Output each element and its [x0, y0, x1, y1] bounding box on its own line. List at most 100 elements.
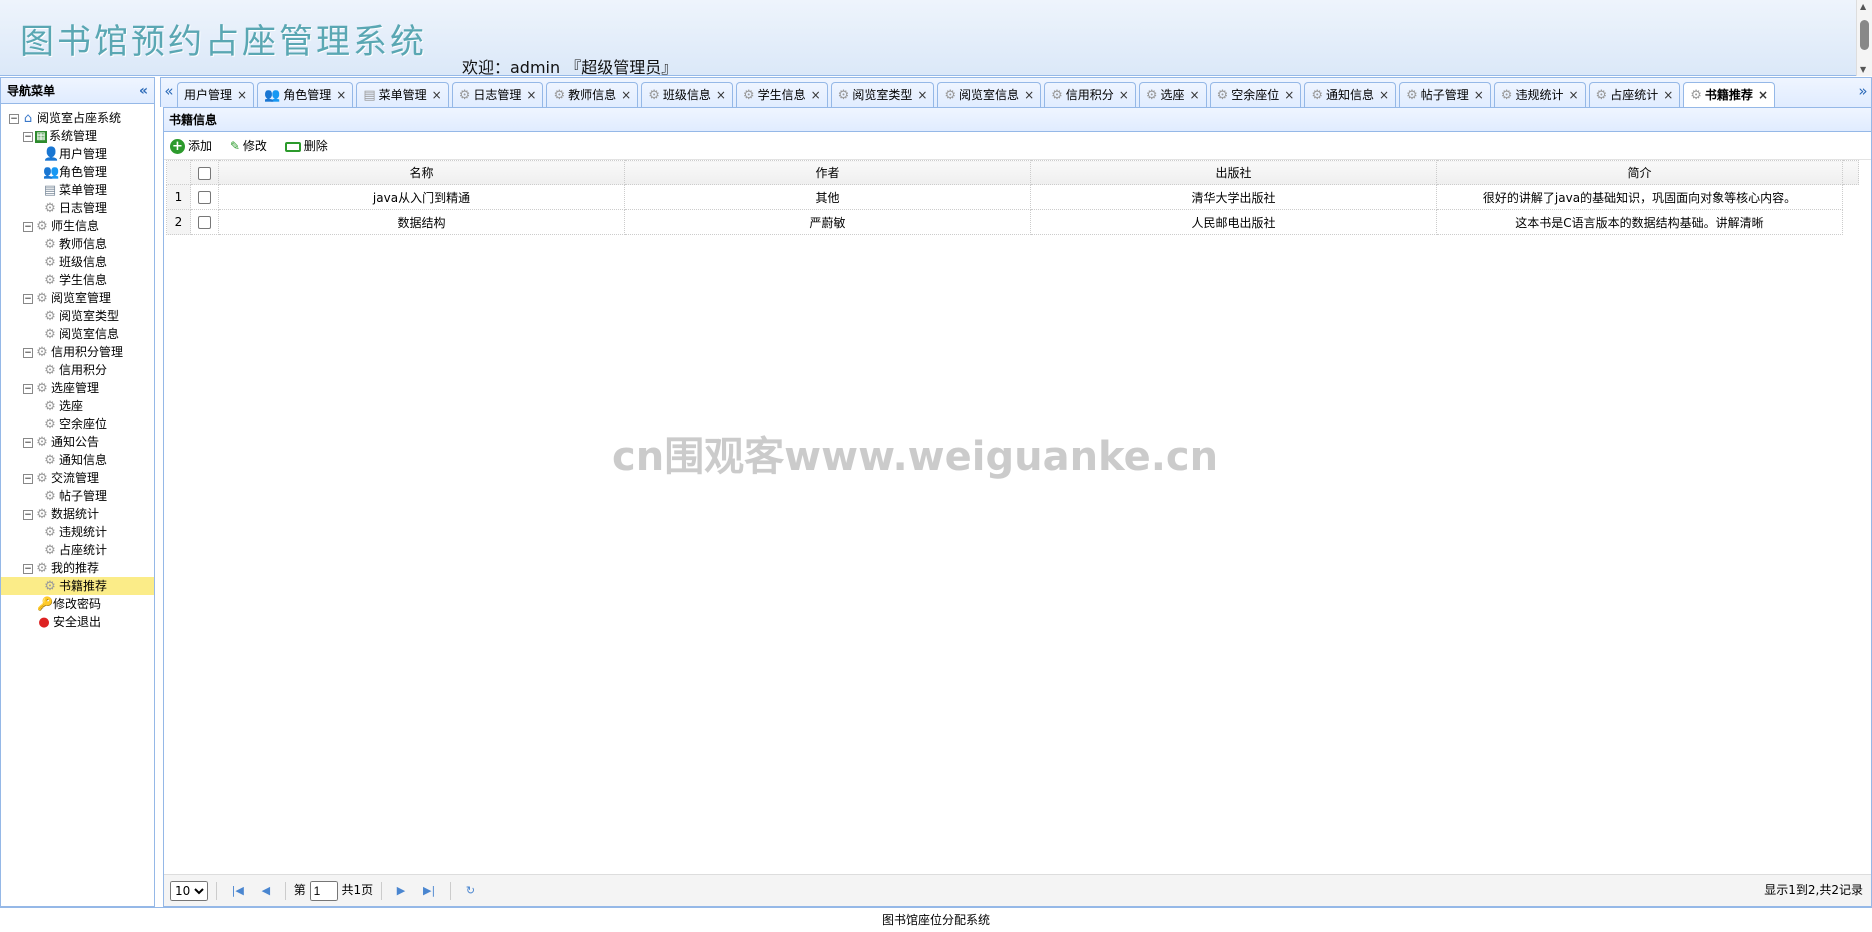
collapse-toggle-icon[interactable]: −: [23, 437, 33, 448]
tree-node[interactable]: ⚙ 违规统计: [1, 523, 154, 541]
next-page-icon[interactable]: ▶: [397, 876, 405, 906]
close-icon[interactable]: ×: [1663, 88, 1673, 102]
double-chevron-left-icon[interactable]: «: [139, 78, 148, 104]
tab-item[interactable]: 用户管理 ×: [177, 82, 255, 108]
tree-node[interactable]: − ⚙ 通知公告: [1, 433, 154, 451]
select-all-checkbox[interactable]: [190, 160, 219, 185]
tab-item[interactable]: ⚙ 占座统计 ×: [1588, 82, 1681, 108]
table-row[interactable]: 2 数据结构 严蔚敏 人民邮电出版社 这本书是C语言版本的数据结构基础。讲解清晰: [166, 209, 1859, 235]
tree-node[interactable]: ⚙ 帖子管理: [1, 487, 154, 505]
tree-node[interactable]: ⚙ 阅览室类型: [1, 307, 154, 325]
tab-item[interactable]: ⚙ 违规统计 ×: [1493, 82, 1586, 108]
page-number-input[interactable]: [309, 880, 338, 901]
tree-node[interactable]: − ⚙ 师生信息: [1, 217, 154, 235]
tree-node[interactable]: − ⚙ 交流管理: [1, 469, 154, 487]
tree-node[interactable]: − ⚙ 阅览室管理: [1, 289, 154, 307]
row-checkbox[interactable]: [190, 209, 219, 235]
close-icon[interactable]: ×: [526, 88, 536, 102]
collapse-toggle-icon[interactable]: −: [9, 113, 19, 124]
tree-node[interactable]: 👥角色管理: [1, 163, 154, 181]
add-button[interactable]: + 添加: [170, 132, 212, 160]
gear-icon: ⚙: [1145, 88, 1158, 103]
column-publisher-header[interactable]: 出版社: [1030, 160, 1437, 185]
close-icon[interactable]: ×: [1474, 88, 1484, 102]
prev-page-icon[interactable]: ◀: [262, 876, 270, 906]
tab-item[interactable]: ⚙ 帖子管理 ×: [1399, 82, 1491, 108]
collapse-toggle-icon[interactable]: −: [23, 383, 33, 394]
tree-node[interactable]: ⚙ 占座统计: [1, 541, 154, 559]
tree-node[interactable]: ▤ 菜单管理: [1, 181, 154, 199]
tree-node[interactable]: 🔑修改密码: [1, 595, 154, 613]
edit-button[interactable]: ✎ 修改: [230, 132, 267, 160]
tab-scroll-right-icon[interactable]: »: [1855, 78, 1871, 107]
tab-item[interactable]: ⚙ 空余座位 ×: [1209, 82, 1302, 108]
tab-item[interactable]: ⚙ 通知信息 ×: [1304, 82, 1397, 108]
tree-node[interactable]: 👤用户管理: [1, 145, 154, 163]
tab-item[interactable]: ⚙ 选座 ×: [1138, 82, 1207, 108]
header-scrollbar[interactable]: ▲ ▼: [1856, 0, 1872, 76]
tree-node[interactable]: − ▦ 系统管理: [1, 127, 154, 145]
close-icon[interactable]: ×: [716, 88, 726, 102]
close-icon[interactable]: ×: [432, 88, 442, 102]
close-icon[interactable]: ×: [1024, 88, 1034, 102]
close-icon[interactable]: ×: [1568, 88, 1578, 102]
tab-item[interactable]: ⚙ 日志管理 ×: [451, 82, 544, 108]
tab-item[interactable]: ⚙ 学生信息 ×: [735, 82, 828, 108]
collapse-toggle-icon[interactable]: −: [23, 131, 33, 142]
row-checkbox[interactable]: [190, 184, 219, 210]
tree-node[interactable]: − ⌂ 阅览室占座系统: [1, 109, 154, 127]
delete-button[interactable]: 删除: [284, 132, 328, 160]
tree-node[interactable]: − ⚙ 我的推荐: [1, 559, 154, 577]
tab-item[interactable]: ⚙ 信用积分 ×: [1044, 82, 1136, 108]
tab-item[interactable]: ⚙ 教师信息 ×: [546, 82, 639, 108]
tree-node[interactable]: − ⚙ 信用积分管理: [1, 343, 154, 361]
tree-node[interactable]: ⚙ 阅览室信息: [1, 325, 154, 343]
tree-node[interactable]: − ⚙ 选座管理: [1, 379, 154, 397]
table-row[interactable]: 1 java从入门到精通 其他 清华大学出版社 很好的讲解了java的基础知识，巩固面向…: [166, 184, 1859, 210]
tree-node[interactable]: ⚙ 选座: [1, 397, 154, 415]
column-name-header[interactable]: 名称: [218, 160, 625, 185]
close-icon[interactable]: ×: [336, 88, 346, 102]
close-icon[interactable]: ×: [621, 88, 631, 102]
tab-item[interactable]: ▤ 菜单管理 ×: [356, 82, 449, 108]
tree-node[interactable]: ⚙ 学生信息: [1, 271, 154, 289]
tree-node[interactable]: ⚙ 班级信息: [1, 253, 154, 271]
tab-item[interactable]: ⚙ 书籍推荐 ×: [1683, 82, 1775, 108]
collapse-toggle-icon[interactable]: −: [23, 347, 33, 358]
tree-node[interactable]: − ⚙ 数据统计: [1, 505, 154, 523]
scrollbar-thumb[interactable]: [1860, 20, 1869, 50]
close-icon[interactable]: ×: [1379, 88, 1389, 102]
close-icon[interactable]: ×: [1119, 88, 1129, 102]
close-icon[interactable]: ×: [1190, 88, 1200, 102]
tree-node[interactable]: ⚙ 空余座位: [1, 415, 154, 433]
tree-node[interactable]: ⚙ 书籍推荐: [1, 577, 154, 595]
tab-item[interactable]: ⚙ 阅览室类型 ×: [830, 82, 935, 108]
tree-node[interactable]: ⚙ 信用积分: [1, 361, 154, 379]
tree-node[interactable]: ⚙ 教师信息: [1, 235, 154, 253]
collapse-toggle-icon[interactable]: −: [23, 509, 33, 520]
tree-node[interactable]: ⚙ 日志管理: [1, 199, 154, 217]
collapse-toggle-icon[interactable]: −: [23, 221, 33, 232]
tab-item[interactable]: ⚙ 阅览室信息 ×: [937, 82, 1042, 108]
tab-item[interactable]: 👥 角色管理 ×: [257, 82, 354, 108]
refresh-icon[interactable]: ↻: [466, 876, 475, 906]
close-icon[interactable]: ×: [917, 88, 927, 102]
close-icon[interactable]: ×: [237, 88, 247, 102]
tree-node[interactable]: ● 安全退出: [1, 613, 154, 631]
close-icon[interactable]: ×: [1758, 88, 1768, 102]
close-icon[interactable]: ×: [1284, 88, 1294, 102]
collapse-toggle-icon[interactable]: −: [23, 473, 33, 484]
column-author-header[interactable]: 作者: [624, 160, 1031, 185]
first-page-icon[interactable]: |◀: [232, 876, 244, 906]
column-summary-header[interactable]: 简介: [1436, 160, 1843, 185]
scroll-down-icon[interactable]: ▼: [1860, 65, 1866, 74]
collapse-toggle-icon[interactable]: −: [23, 293, 33, 304]
tab-scroll-left-icon[interactable]: «: [161, 78, 177, 107]
close-icon[interactable]: ×: [811, 88, 821, 102]
last-page-icon[interactable]: ▶|: [423, 876, 435, 906]
page-size-select[interactable]: 10: [170, 880, 208, 901]
tab-item[interactable]: ⚙ 班级信息 ×: [641, 82, 733, 108]
scroll-up-icon[interactable]: ▲: [1860, 2, 1866, 11]
collapse-toggle-icon[interactable]: −: [23, 563, 33, 574]
tree-node[interactable]: ⚙ 通知信息: [1, 451, 154, 469]
